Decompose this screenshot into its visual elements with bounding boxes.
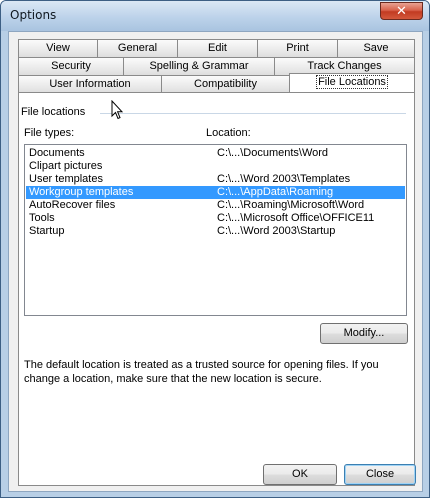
file-type-cell: Startup xyxy=(29,225,65,237)
close-button[interactable]: Close xyxy=(344,464,416,485)
tab-file-locations[interactable]: File Locations xyxy=(289,73,415,93)
group-divider xyxy=(100,113,406,114)
window-title: Options xyxy=(10,8,57,22)
tab-edit[interactable]: Edit xyxy=(177,39,258,58)
tab-label: File Locations xyxy=(316,75,388,89)
location-header: Location: xyxy=(206,127,251,139)
tab-label: User Information xyxy=(49,78,131,90)
tab-spelling-grammar[interactable]: Spelling & Grammar xyxy=(123,57,275,76)
title-bar[interactable]: Options ✕ xyxy=(1,1,429,31)
file-type-cell: AutoRecover files xyxy=(29,199,116,211)
tab-label: Track Changes xyxy=(307,60,382,72)
dialog-client-area: View General Edit Print Save Security Sp… xyxy=(8,31,423,492)
location-cell: C:\...\Microsoft Office\OFFICE11 xyxy=(217,212,375,224)
location-cell: C:\...\Documents\Word xyxy=(217,147,329,159)
list-row-startup[interactable]: Startup C:\...\Word 2003\Startup xyxy=(26,225,405,238)
modify-button[interactable]: Modify... xyxy=(320,323,408,344)
location-cell: C:\...\Roaming\Microsoft\Word xyxy=(217,199,365,211)
window-close-button[interactable]: ✕ xyxy=(380,2,423,20)
tab-view[interactable]: View xyxy=(18,39,98,58)
list-row-documents[interactable]: Documents C:\...\Documents\Word xyxy=(26,147,405,160)
list-row-clipart-pictures[interactable]: Clipart pictures xyxy=(26,160,405,173)
tab-label: Spelling & Grammar xyxy=(149,60,249,72)
options-dialog: Options ✕ View General Edit Print Save S… xyxy=(0,0,430,498)
location-cell: C:\...\AppData\Roaming xyxy=(217,186,334,198)
trusted-location-note: The default location is treated as a tru… xyxy=(24,359,379,385)
tab-general[interactable]: General xyxy=(97,39,178,58)
location-cell: C:\...\Word 2003\Templates xyxy=(217,173,351,185)
tab-label: General xyxy=(117,42,158,54)
tab-label: Security xyxy=(51,60,91,72)
location-cell: C:\...\Word 2003\Startup xyxy=(217,225,336,237)
group-label: File locations xyxy=(21,106,86,118)
list-row-autorecover-files[interactable]: AutoRecover files C:\...\Roaming\Microso… xyxy=(26,199,405,212)
tab-security[interactable]: Security xyxy=(18,57,124,76)
close-icon: ✕ xyxy=(396,3,407,18)
file-type-cell: User templates xyxy=(29,173,103,185)
tab-label: Compatibility xyxy=(194,78,257,90)
tab-label: Edit xyxy=(208,42,227,54)
file-type-cell: Documents xyxy=(29,147,85,159)
list-row-tools[interactable]: Tools C:\...\Microsoft Office\OFFICE11 xyxy=(26,212,405,225)
file-locations-list[interactable]: Documents C:\...\Documents\Word Clipart … xyxy=(24,144,407,316)
tab-label: Print xyxy=(286,42,309,54)
file-type-cell: Tools xyxy=(29,212,55,224)
file-type-cell: Workgroup templates xyxy=(29,186,134,198)
file-types-header: File types: xyxy=(24,127,75,139)
tab-save[interactable]: Save xyxy=(337,39,415,58)
tab-print[interactable]: Print xyxy=(257,39,338,58)
ok-button[interactable]: OK xyxy=(263,464,337,485)
mouse-pointer-icon xyxy=(111,100,123,120)
list-row-workgroup-templates[interactable]: Workgroup templates C:\...\AppData\Roami… xyxy=(26,186,405,199)
list-row-user-templates[interactable]: User templates C:\...\Word 2003\Template… xyxy=(26,173,405,186)
file-type-cell: Clipart pictures xyxy=(29,160,103,172)
tab-label: Save xyxy=(363,42,389,54)
tab-label: View xyxy=(46,42,70,54)
